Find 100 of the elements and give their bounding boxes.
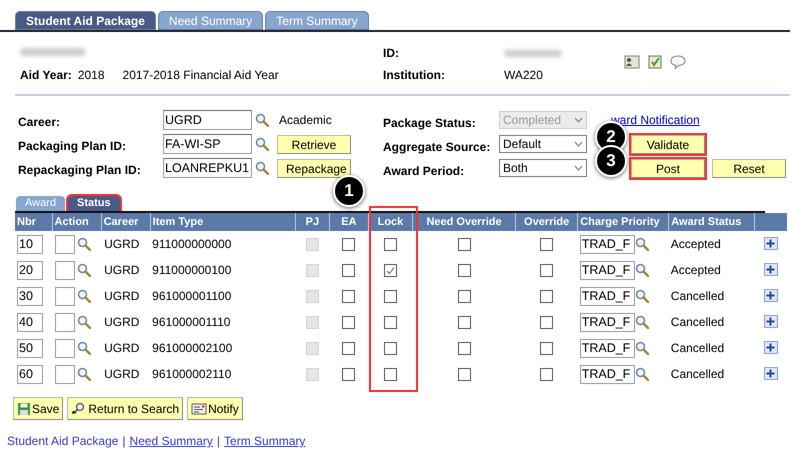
checkbox[interactable] xyxy=(540,238,554,250)
link-separator: | xyxy=(216,433,220,450)
search-icon[interactable] xyxy=(634,237,649,251)
contact-icon[interactable] xyxy=(624,55,640,69)
toolbar-button[interactable]: Save xyxy=(13,397,64,420)
plan-button[interactable]: Retrieve xyxy=(277,134,351,154)
table-cell-text: Cancelled xyxy=(670,366,726,383)
checkbox[interactable] xyxy=(342,368,356,380)
search-icon[interactable] xyxy=(77,289,92,303)
dropdown-caret-icon xyxy=(574,141,583,147)
table-cell-text: Cancelled xyxy=(670,340,726,357)
search-icon[interactable] xyxy=(77,263,92,277)
action-field[interactable] xyxy=(55,338,76,358)
add-row-button[interactable] xyxy=(764,367,778,380)
footer-link[interactable]: Need Summary xyxy=(130,432,213,450)
nbr-field[interactable]: 20 xyxy=(17,260,43,280)
search-icon[interactable] xyxy=(255,113,269,127)
notify-icon xyxy=(191,402,208,416)
checkbox[interactable] xyxy=(540,264,554,276)
search-icon[interactable] xyxy=(634,367,649,381)
footer-link[interactable]: Term Summary xyxy=(224,432,306,450)
checkbox[interactable] xyxy=(458,238,471,250)
checkbox[interactable] xyxy=(458,290,471,302)
action-button[interactable]: Post xyxy=(631,158,705,178)
nbr-field[interactable]: 30 xyxy=(17,286,43,306)
checkbox[interactable] xyxy=(384,368,397,380)
blurred-name xyxy=(20,48,86,56)
field-label: Repackaging Plan ID: xyxy=(18,162,142,179)
select-field[interactable]: Default xyxy=(499,135,587,153)
callout-number: 3 xyxy=(595,144,627,176)
add-row-button[interactable] xyxy=(764,263,778,276)
checkbox[interactable] xyxy=(458,342,471,354)
checkbox[interactable] xyxy=(342,238,356,250)
field-label: Packaging Plan ID: xyxy=(18,138,128,155)
nbr-field[interactable]: 60 xyxy=(17,364,43,384)
plan-button[interactable]: Repackage xyxy=(277,158,351,178)
checkbox[interactable] xyxy=(540,316,554,328)
checkbox[interactable] xyxy=(342,264,356,276)
search-icon[interactable] xyxy=(255,161,269,175)
checkbox[interactable] xyxy=(384,316,397,328)
checkbox[interactable] xyxy=(342,316,356,328)
action-field[interactable] xyxy=(55,364,76,384)
input-field[interactable]: FA-WI-SP xyxy=(163,134,252,154)
search-icon[interactable] xyxy=(255,137,269,151)
add-row-button[interactable] xyxy=(764,315,778,328)
floppy-icon xyxy=(17,402,31,416)
add-row-button[interactable] xyxy=(764,237,778,250)
search-icon[interactable] xyxy=(634,341,649,355)
field-label: Career: xyxy=(18,114,62,131)
toolbar-button[interactable]: Notify xyxy=(187,397,243,420)
plus-icon xyxy=(766,343,776,352)
comment-icon[interactable] xyxy=(670,55,686,69)
add-row-button[interactable] xyxy=(764,289,778,302)
action-field[interactable] xyxy=(55,260,76,280)
checkbox[interactable] xyxy=(342,342,356,354)
checkbox[interactable] xyxy=(458,368,471,380)
checkbox[interactable] xyxy=(384,290,397,302)
column-header: Award Status xyxy=(668,213,755,231)
action-field[interactable] xyxy=(55,286,76,306)
checkbox[interactable] xyxy=(540,290,554,302)
search-icon[interactable] xyxy=(77,367,92,381)
toolbar-button[interactable]: Return to Search xyxy=(67,397,184,420)
nbr-field[interactable]: 40 xyxy=(17,312,43,332)
checkbox[interactable] xyxy=(540,368,554,380)
charge-priority-field[interactable]: TRAD_F xyxy=(580,338,635,358)
plus-icon xyxy=(766,239,776,248)
footer-link[interactable]: Student Aid Package xyxy=(7,432,118,450)
search-icon[interactable] xyxy=(634,315,649,329)
institution-value: WA220 xyxy=(504,67,543,84)
checkbox[interactable] xyxy=(342,290,356,302)
charge-priority-field[interactable]: TRAD_F xyxy=(580,364,635,384)
search-icon[interactable] xyxy=(77,315,92,329)
action-button[interactable]: Reset xyxy=(712,158,786,178)
input-field[interactable]: UGRD xyxy=(163,110,252,130)
nbr-field[interactable]: 10 xyxy=(17,234,43,254)
action-button[interactable]: Validate xyxy=(631,134,705,154)
checkbox[interactable] xyxy=(384,342,397,354)
action-field[interactable] xyxy=(55,312,76,332)
charge-priority-field[interactable]: TRAD_F xyxy=(580,286,635,306)
checkbox[interactable] xyxy=(458,316,471,328)
checkbox[interactable] xyxy=(384,264,397,276)
checkbox[interactable] xyxy=(540,342,554,354)
page-tab[interactable]: Student Aid Package xyxy=(15,11,156,30)
action-field[interactable] xyxy=(55,234,76,254)
nbr-field[interactable]: 50 xyxy=(17,338,43,358)
charge-priority-field[interactable]: TRAD_F xyxy=(580,234,635,254)
checklist-icon[interactable] xyxy=(648,55,662,69)
charge-priority-field[interactable]: TRAD_F xyxy=(580,312,635,332)
add-row-button[interactable] xyxy=(764,341,778,354)
search-icon[interactable] xyxy=(77,341,92,355)
search-icon[interactable] xyxy=(77,237,92,251)
select-field[interactable]: Both xyxy=(499,159,587,177)
charge-priority-field[interactable]: TRAD_F xyxy=(580,260,635,280)
search-icon[interactable] xyxy=(634,289,649,303)
plus-icon xyxy=(766,317,776,326)
checkbox[interactable] xyxy=(384,238,397,250)
grid-tab[interactable]: Status xyxy=(68,196,120,211)
checkbox[interactable] xyxy=(458,264,471,276)
input-field[interactable]: LOANREPKU1 xyxy=(163,158,252,178)
search-icon[interactable] xyxy=(634,263,649,277)
